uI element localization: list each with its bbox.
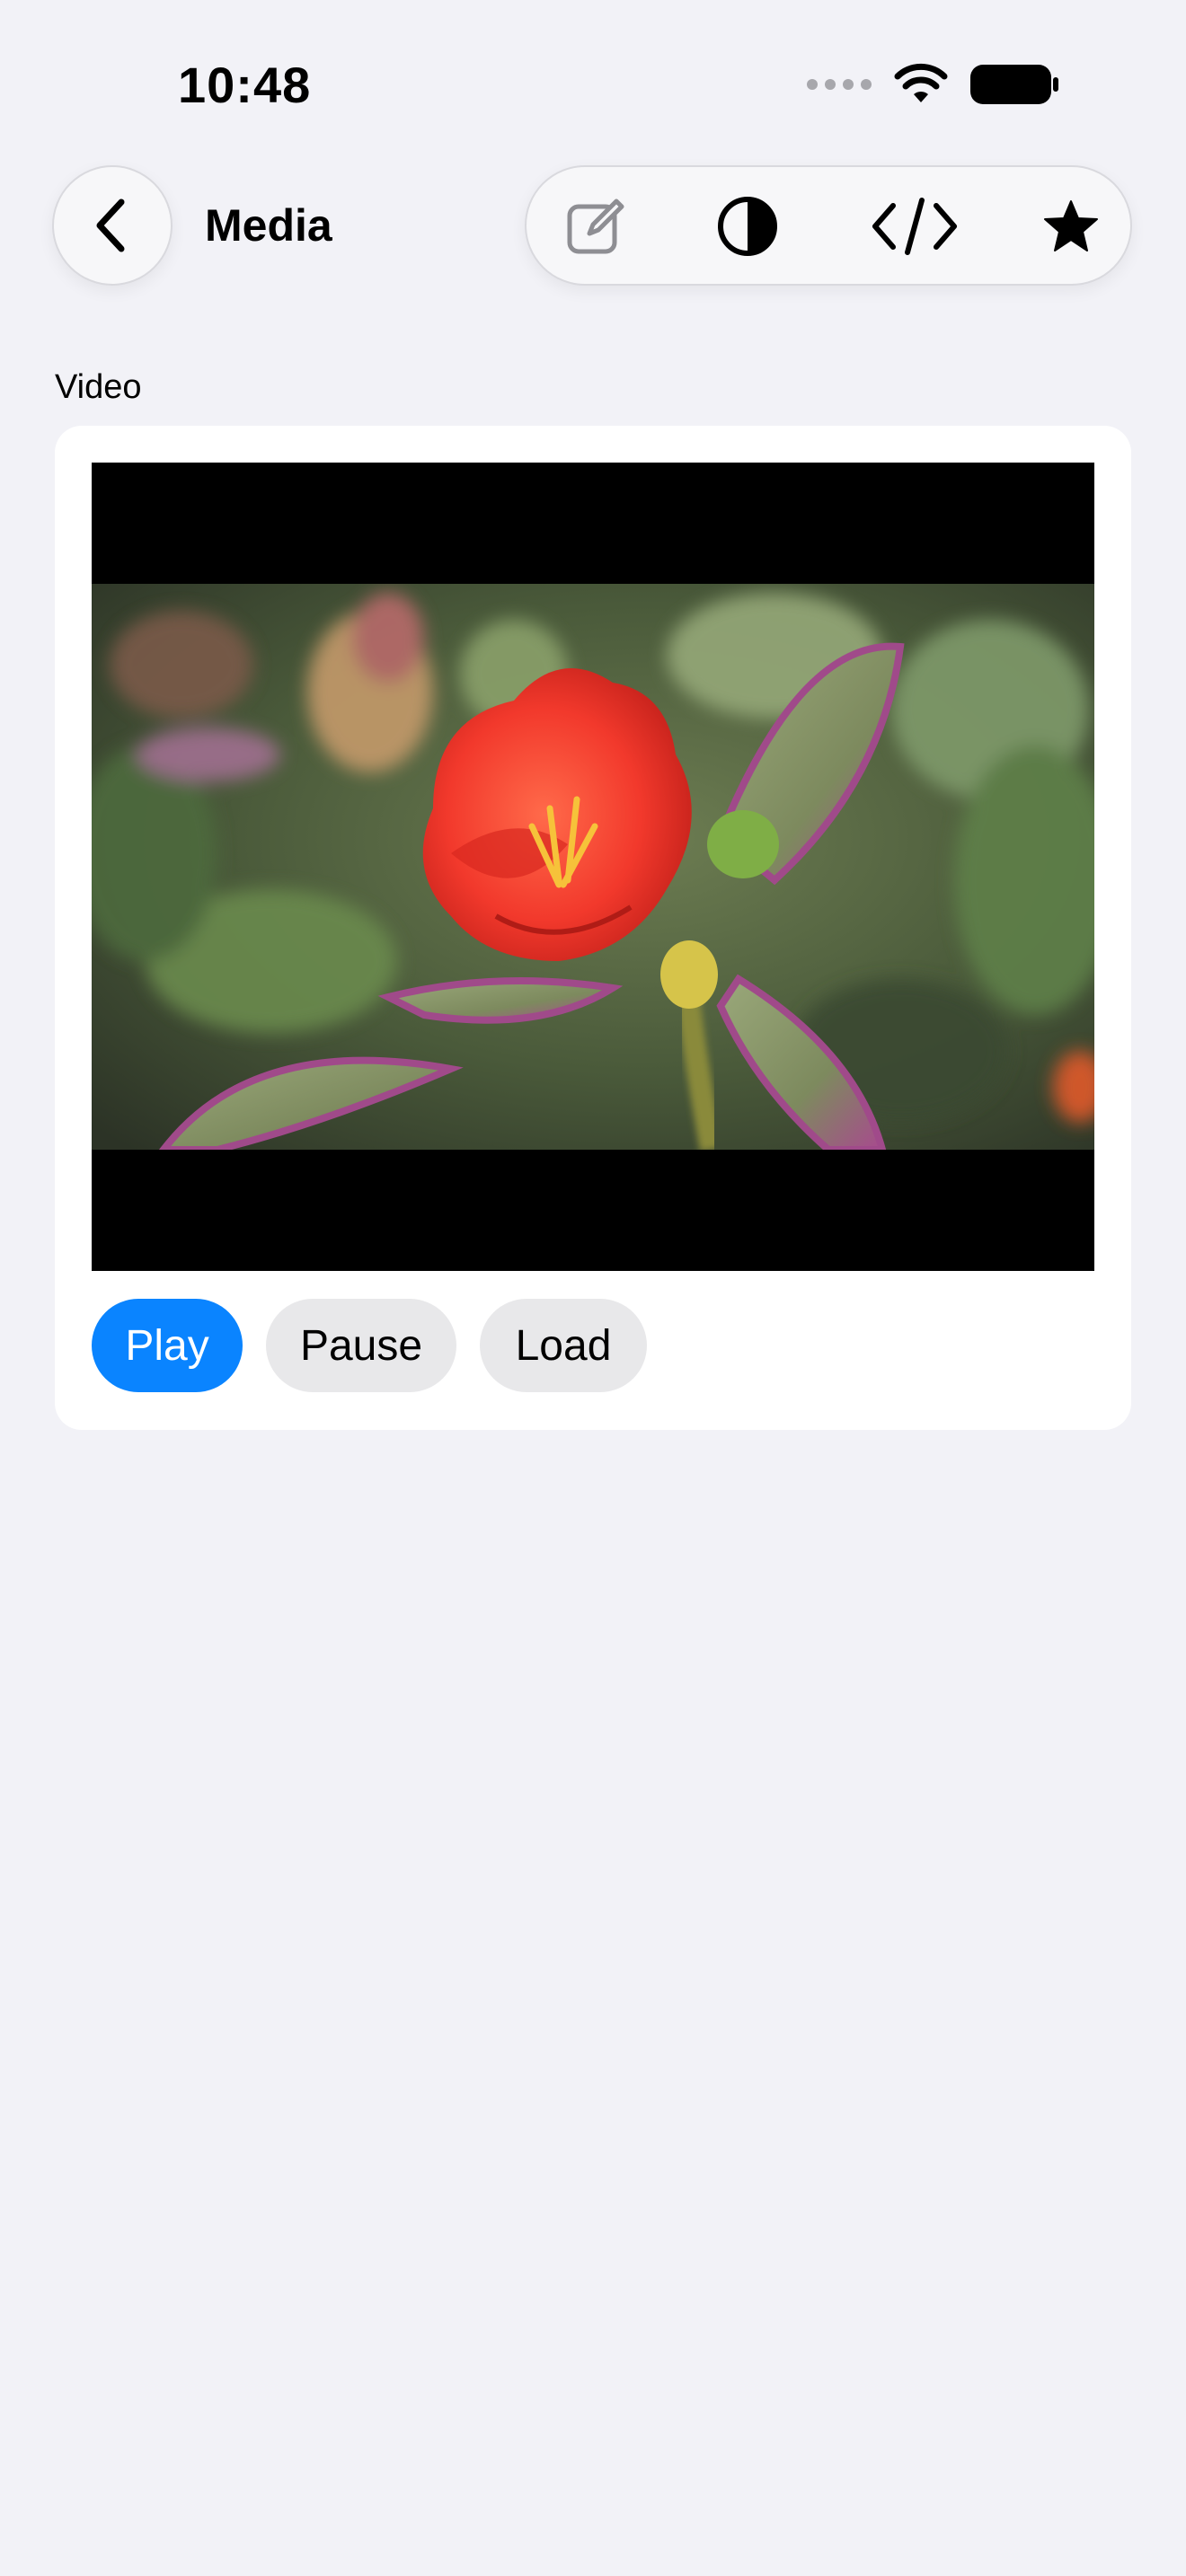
back-button[interactable] (52, 165, 173, 286)
section-label: Video (55, 368, 142, 406)
video-frame (92, 584, 1094, 1150)
appearance-button[interactable] (715, 194, 780, 259)
code-icon (872, 198, 957, 255)
video-thumbnail (92, 584, 1094, 1150)
video-controls: Play Pause Load (92, 1299, 647, 1392)
pause-button[interactable]: Pause (266, 1299, 456, 1392)
status-icons (807, 63, 1060, 106)
status-time: 10:48 (178, 57, 312, 113)
play-button[interactable]: Play (92, 1299, 243, 1392)
edit-button[interactable] (562, 194, 627, 259)
contrast-icon (718, 197, 777, 256)
cellular-signal-icon (807, 79, 872, 90)
star-icon (1044, 200, 1098, 251)
edit-icon (567, 198, 624, 254)
code-button[interactable] (870, 194, 960, 259)
toolbar (525, 165, 1132, 286)
favorite-button[interactable] (1039, 194, 1103, 259)
video-card: Play Pause Load (55, 426, 1131, 1430)
page-title: Media (205, 200, 332, 251)
battery-icon (970, 65, 1058, 104)
video-player[interactable] (92, 463, 1094, 1271)
load-button[interactable]: Load (480, 1299, 647, 1392)
chevron-left-icon (96, 198, 125, 252)
wifi-icon (894, 63, 948, 102)
